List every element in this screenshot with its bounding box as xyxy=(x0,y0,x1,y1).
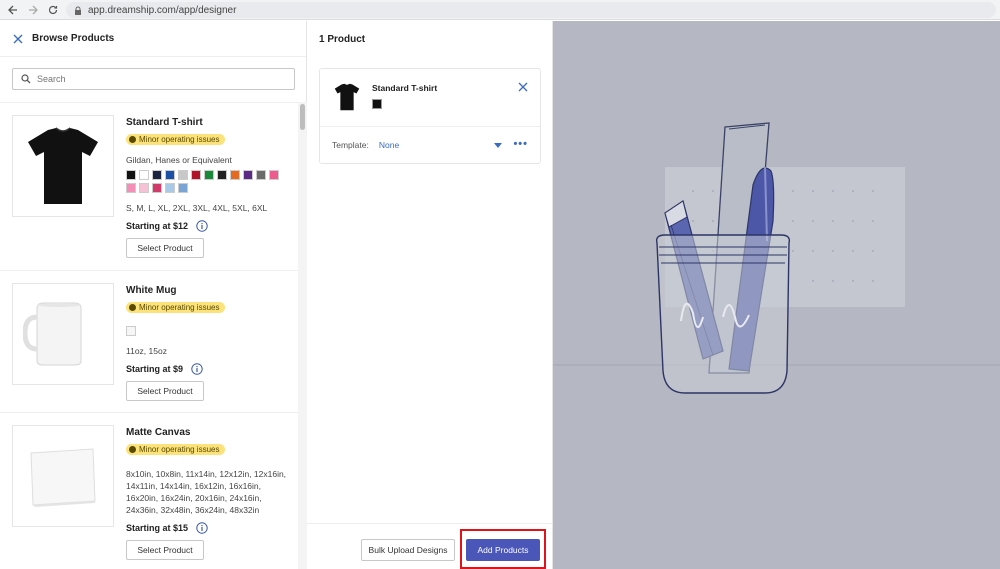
info-icon[interactable] xyxy=(191,363,203,375)
color-swatch[interactable] xyxy=(165,183,175,193)
sizes-text: S, M, L, XL, 2XL, 3XL, 4XL, 5XL, 6XL xyxy=(126,203,268,213)
price-text: Starting at $15 xyxy=(126,523,189,533)
color-swatch[interactable] xyxy=(165,170,175,180)
template-select[interactable]: None xyxy=(379,140,399,150)
mug-image[interactable] xyxy=(12,283,114,385)
canvas-image[interactable] xyxy=(12,425,114,527)
more-options-icon[interactable]: ••• xyxy=(513,138,528,150)
color-swatch[interactable] xyxy=(243,170,253,180)
product-name[interactable]: Matte Canvas xyxy=(126,427,291,438)
color-swatches xyxy=(126,326,291,339)
tshirt-thumbnail xyxy=(334,83,360,111)
panel-footer: Bulk Upload Designs Add Products xyxy=(307,523,553,569)
template-row[interactable]: Template: None ••• xyxy=(320,127,540,163)
warning-icon xyxy=(129,446,136,453)
scrollbar[interactable] xyxy=(298,102,307,569)
pen-jar-illustration xyxy=(553,122,1000,394)
status-badge: Minor operating issues xyxy=(126,302,226,313)
badge-text: Minor operating issues xyxy=(139,135,220,144)
selected-product-name: Standard T-shirt xyxy=(372,83,438,93)
selected-count-title: 1 Product xyxy=(319,33,366,45)
selected-products-panel: 1 Product Standard T-shirt Template: Non… xyxy=(307,21,553,569)
product-name[interactable]: Standard T-shirt xyxy=(126,117,291,128)
browser-toolbar: app.dreamship.com/app/designer xyxy=(0,0,1000,20)
designer-overlay xyxy=(553,21,1000,569)
forward-icon[interactable] xyxy=(26,3,40,17)
color-swatch[interactable] xyxy=(230,170,240,180)
select-product-button[interactable]: Select Product xyxy=(126,381,204,401)
price-row: Starting at $15 xyxy=(126,522,291,534)
color-swatch[interactable] xyxy=(126,326,136,336)
sizes-text: 11oz, 15oz xyxy=(126,346,167,356)
search-box[interactable] xyxy=(12,68,295,90)
panel-title: Browse Products xyxy=(32,33,115,44)
remove-icon[interactable] xyxy=(518,82,528,92)
badge-text: Minor operating issues xyxy=(139,445,220,454)
reload-icon[interactable] xyxy=(46,3,60,17)
color-swatch[interactable] xyxy=(152,170,162,180)
template-label: Template: xyxy=(332,140,369,150)
color-swatch[interactable] xyxy=(178,170,188,180)
product-list: Standard T-shirt Minor operating issues … xyxy=(0,102,298,569)
color-swatch[interactable] xyxy=(126,183,136,193)
price-text: Starting at $12 xyxy=(126,221,189,231)
price-row: Starting at $12 xyxy=(126,220,291,232)
info-icon[interactable] xyxy=(196,522,208,534)
price-row: Starting at $9 xyxy=(126,363,291,375)
list-item: White Mug Minor operating issues 11oz, 1… xyxy=(0,271,298,413)
search-input[interactable] xyxy=(37,74,277,84)
color-swatch[interactable] xyxy=(217,170,227,180)
color-swatch[interactable] xyxy=(178,183,188,193)
search-icon xyxy=(21,74,31,84)
status-badge: Minor operating issues xyxy=(126,134,226,145)
sizes-text: 8x10in, 10x8in, 11x14in, 12x12in, 12x16i… xyxy=(126,469,287,515)
back-icon[interactable] xyxy=(6,3,20,17)
color-swatch[interactable] xyxy=(269,170,279,180)
selected-product-card: Standard T-shirt Template: None ••• xyxy=(319,68,541,164)
address-bar[interactable]: app.dreamship.com/app/designer xyxy=(66,2,996,18)
lock-icon xyxy=(75,6,81,15)
info-icon[interactable] xyxy=(196,220,208,232)
color-swatch[interactable] xyxy=(126,170,136,180)
scrollbar-thumb[interactable] xyxy=(300,104,305,130)
color-swatches xyxy=(126,170,291,196)
browse-header: Browse Products xyxy=(0,21,306,57)
url-text: app.dreamship.com/app/designer xyxy=(88,4,237,16)
warning-icon xyxy=(129,304,136,311)
chevron-down-icon[interactable] xyxy=(494,143,502,149)
color-swatch[interactable] xyxy=(191,170,201,180)
color-swatch[interactable] xyxy=(139,170,149,180)
color-swatch[interactable] xyxy=(152,183,162,193)
select-product-button[interactable]: Select Product xyxy=(126,540,204,560)
browse-products-panel: Browse Products Standard T-shirt Minor o… xyxy=(0,21,307,569)
status-badge: Minor operating issues xyxy=(126,444,226,455)
list-item: Matte Canvas Minor operating issues 8x10… xyxy=(0,413,298,569)
product-name[interactable]: White Mug xyxy=(126,285,291,296)
select-product-button[interactable]: Select Product xyxy=(126,238,204,258)
color-swatch[interactable] xyxy=(139,183,149,193)
badge-text: Minor operating issues xyxy=(139,303,220,312)
price-text: Starting at $9 xyxy=(126,364,184,374)
warning-icon xyxy=(129,136,136,143)
bulk-upload-button[interactable]: Bulk Upload Designs xyxy=(361,539,455,561)
close-icon[interactable] xyxy=(12,33,24,45)
color-swatch[interactable] xyxy=(204,170,214,180)
highlight-box xyxy=(460,529,546,569)
tshirt-image[interactable] xyxy=(12,115,114,217)
color-swatch[interactable] xyxy=(256,170,266,180)
list-item: Standard T-shirt Minor operating issues … xyxy=(0,103,298,271)
selected-color-swatch[interactable] xyxy=(372,99,382,109)
brand-text: Gildan, Hanes or Equivalent xyxy=(126,155,232,165)
